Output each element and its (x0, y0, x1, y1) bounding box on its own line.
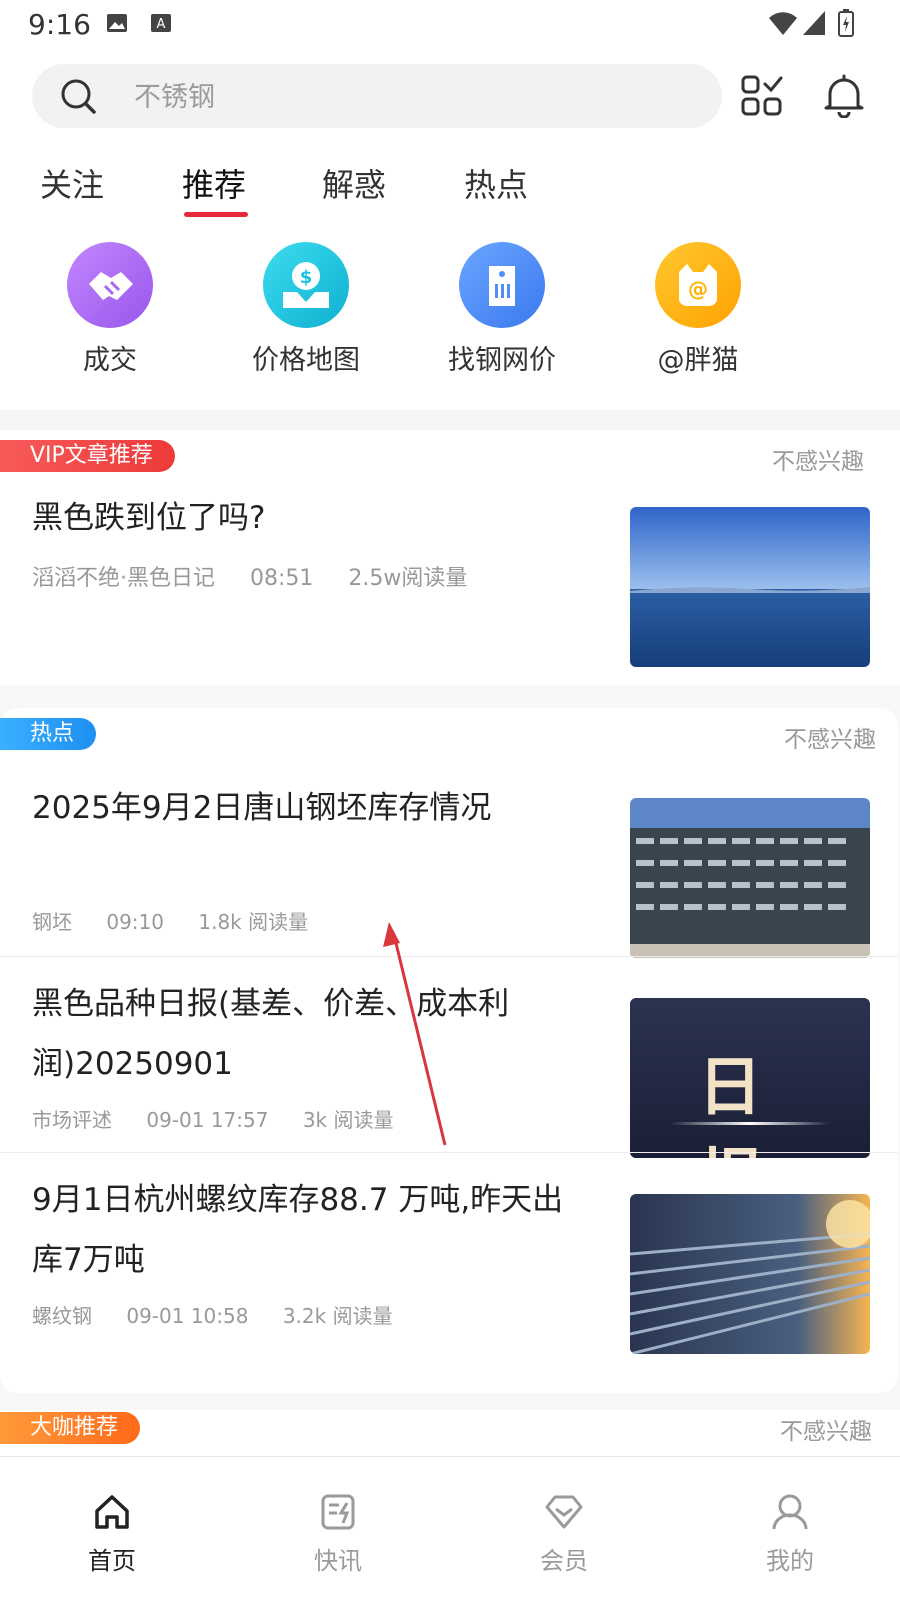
search-input[interactable] (132, 64, 696, 130)
gallery-icon (107, 14, 127, 32)
scan-icon[interactable] (740, 74, 784, 118)
cat-icon: @ (655, 242, 741, 328)
quick-link-label: @胖猫 (657, 345, 739, 376)
svg-text:A: A (157, 17, 166, 32)
article-meta: 市场评述 09-01 17:57 3k 阅读量 (32, 1104, 422, 1133)
article-title[interactable]: 黑色品种日报(基差、价差、成本利润)20250901 (32, 974, 587, 1094)
article-title[interactable]: 2025年9月2日唐山钢坯库存情况 (32, 778, 587, 838)
article-meta: 钢坯 09:10 1.8k 阅读量 (32, 906, 336, 935)
vip-article-card[interactable]: VIP文章推荐 不感兴趣 黑色跌到位了吗? 滔滔不绝·黑色日记 08:51 2.… (0, 430, 900, 685)
next-badge: 大咖推荐 (0, 1412, 141, 1444)
bell-icon[interactable] (822, 72, 866, 118)
divider (0, 1152, 898, 1153)
status-bar: 9:16 A (0, 0, 900, 50)
profile-icon (772, 1494, 808, 1530)
svg-text:@: @ (688, 277, 708, 301)
tabbar-label: 会员 (540, 1547, 588, 1575)
article-thumbnail[interactable] (630, 1194, 870, 1354)
quick-link-price-tag[interactable]: 找钢网价 (422, 242, 582, 377)
hot-section-card: 热点 不感兴趣 2025年9月2日唐山钢坯库存情况 钢坯 09:10 1.8k … (0, 708, 898, 1393)
tabbar-member[interactable]: 会员 (504, 1491, 624, 1576)
tabbar-news[interactable]: 快讯 (278, 1491, 398, 1576)
article-time: 09:10 (106, 910, 164, 934)
signal-icon (803, 11, 825, 35)
not-interested-button[interactable]: 不感兴趣 (772, 442, 864, 476)
tabbar-label: 快讯 (314, 1547, 362, 1575)
quick-link-price-map[interactable]: $ 价格地图 (226, 242, 386, 377)
tabbar-home[interactable]: 首页 (52, 1491, 172, 1576)
tab-bar: 关注 推荐 解惑 热点 (0, 150, 900, 230)
price-tag-icon (459, 242, 545, 328)
tab-follow[interactable]: 关注 (40, 160, 104, 206)
vip-badge: VIP文章推荐 (0, 440, 175, 472)
tab-recommend[interactable]: 推荐 (182, 160, 246, 206)
price-map-icon: $ (263, 242, 349, 328)
handshake-icon (67, 242, 153, 328)
svg-text:$: $ (300, 267, 313, 288)
article-reads: 1.8k 阅读量 (198, 910, 309, 934)
battery-icon (838, 9, 854, 37)
article-author: 滔滔不绝·黑色日记 (32, 566, 215, 591)
article-tag: 市场评述 (32, 1108, 112, 1132)
article-tag: 钢坯 (32, 910, 72, 934)
news-icon (321, 1494, 355, 1530)
article-time: 09-01 17:57 (146, 1108, 269, 1132)
tab-hot[interactable]: 热点 (464, 160, 528, 206)
section-gap (0, 410, 900, 430)
article-reads: 3k 阅读量 (302, 1108, 394, 1132)
active-tab-indicator (184, 212, 248, 217)
tab-answers[interactable]: 解惑 (322, 160, 386, 206)
bottom-tab-bar: 首页 快讯 会员 我的 (0, 1456, 900, 1601)
article-meta: 滔滔不绝·黑色日记 08:51 2.5w阅读量 (32, 560, 495, 592)
tabbar-profile[interactable]: 我的 (730, 1491, 850, 1576)
not-interested-button[interactable]: 不感兴趣 (780, 1412, 872, 1446)
quick-link-label: 成交 (83, 345, 137, 376)
status-time: 9:16 (28, 8, 91, 41)
divider (0, 956, 898, 957)
not-interested-button[interactable]: 不感兴趣 (784, 720, 876, 754)
article-thumbnail[interactable] (630, 507, 870, 667)
article-title[interactable]: 9月1日杭州螺纹库存88.7 万吨,昨天出库7万吨 (32, 1170, 587, 1290)
quick-link-cat[interactable]: @ @胖猫 (618, 242, 778, 377)
article-reads: 2.5w阅读量 (348, 566, 468, 591)
wifi-icon (769, 12, 797, 35)
hot-badge: 热点 (0, 718, 97, 750)
header-area: 关注 推荐 解惑 热点 成交 $ 价格地图 找钢网价 @ @胖猫 (0, 50, 900, 410)
search-bar[interactable] (32, 64, 722, 130)
article-thumbnail[interactable]: 日 报 (630, 998, 870, 1158)
search-icon (61, 79, 96, 114)
home-icon (95, 1495, 129, 1529)
article-time: 08:51 (250, 566, 314, 591)
thumbnail-shine (670, 1122, 830, 1125)
member-icon (545, 1495, 583, 1529)
tabbar-label: 我的 (766, 1547, 814, 1575)
article-tag: 螺纹钢 (32, 1304, 92, 1328)
thumbnail-text: 日 报 (698, 1051, 802, 1158)
quick-link-label: 价格地图 (252, 345, 360, 376)
article-time: 09-01 10:58 (126, 1304, 249, 1328)
tabbar-label: 首页 (88, 1547, 136, 1575)
font-icon: A (151, 14, 171, 32)
article-reads: 3.2k 阅读量 (282, 1304, 393, 1328)
quick-link-deal[interactable]: 成交 (30, 242, 190, 377)
article-meta: 螺纹钢 09-01 10:58 3.2k 阅读量 (32, 1300, 421, 1329)
article-thumbnail[interactable] (630, 798, 870, 958)
article-title[interactable]: 黑色跌到位了吗? (32, 488, 587, 548)
quick-link-label: 找钢网价 (448, 345, 556, 376)
